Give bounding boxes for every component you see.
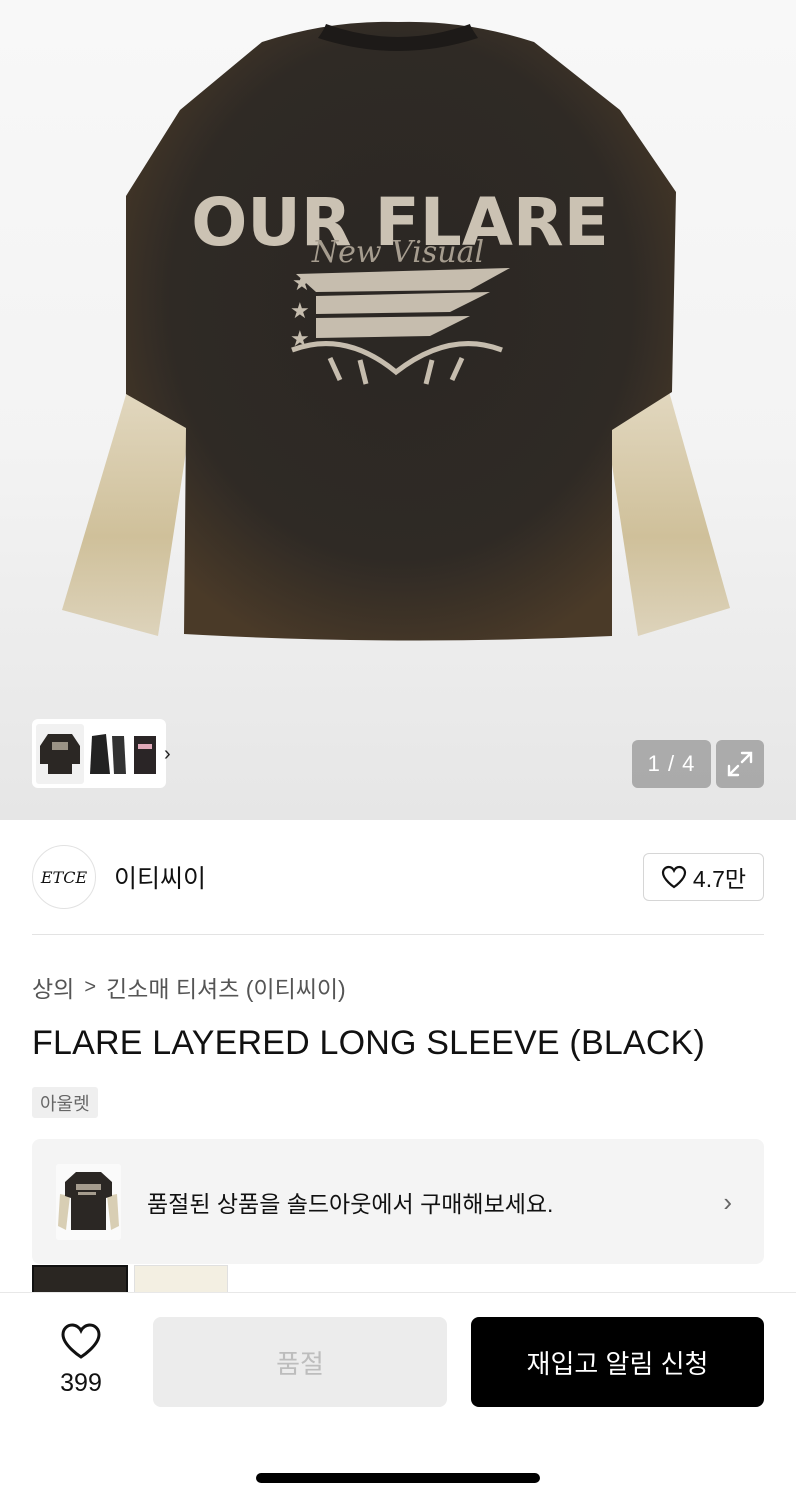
- soldout-button: 품절: [153, 1317, 447, 1407]
- banner-product-thumbnail: [56, 1163, 121, 1240]
- product-image-gallery[interactable]: OUR FLARE New Visual ★ ★ ★ › 1 / 4: [0, 0, 796, 820]
- soldout-banner[interactable]: 품절된 상품을 솔드아웃에서 구매해보세요. ›: [32, 1139, 764, 1264]
- product-photo: OUR FLARE New Visual ★ ★ ★: [62, 21, 730, 641]
- heart-icon: [61, 1323, 101, 1359]
- svg-text:★: ★: [290, 299, 310, 324]
- image-counter: 1 / 4: [632, 740, 711, 788]
- breadcrumb-item-subcategory[interactable]: 긴소매 티셔츠 (이티씨이): [106, 970, 346, 1004]
- thumbnail-3[interactable]: [132, 723, 158, 784]
- outlet-tag: 아울렛: [32, 1087, 98, 1118]
- brand-row[interactable]: ETCE 이티씨이 4.7만: [32, 845, 764, 909]
- thumbnail-strip[interactable]: ›: [32, 719, 171, 788]
- restock-alert-button[interactable]: 재입고 알림 신청: [471, 1317, 764, 1407]
- product-title: FLARE LAYERED LONG SLEEVE (BLACK): [32, 1024, 705, 1062]
- heart-icon: [661, 865, 687, 889]
- wishlist-button[interactable]: 399: [46, 1322, 116, 1398]
- brand-like-button[interactable]: 4.7만: [643, 853, 764, 901]
- print-script-text: New Visual: [311, 235, 484, 270]
- breadcrumb: 상의 > 긴소매 티셔츠 (이티씨이): [32, 970, 346, 1004]
- chevron-right-icon: >: [84, 975, 97, 998]
- chevron-right-icon: ›: [723, 1187, 732, 1217]
- brand-like-count: 4.7만: [692, 866, 747, 892]
- brand-name[interactable]: 이티씨이: [114, 859, 206, 895]
- soldout-banner-text: 품절된 상품을 솔드아웃에서 구매해보세요.: [147, 1190, 554, 1217]
- breadcrumb-item-category[interactable]: 상의: [32, 970, 74, 1004]
- color-option-thumbnails[interactable]: [32, 1265, 228, 1293]
- brand-logo[interactable]: ETCE: [32, 845, 96, 909]
- home-indicator: [256, 1473, 540, 1483]
- color-option-black[interactable]: [32, 1265, 128, 1293]
- chevron-right-icon[interactable]: ›: [164, 744, 171, 764]
- svg-text:★: ★: [292, 271, 312, 296]
- color-option-ivory[interactable]: [134, 1265, 228, 1293]
- thumbnail-2[interactable]: [84, 723, 132, 784]
- expand-icon[interactable]: [716, 740, 764, 788]
- thumbnail-1[interactable]: [36, 723, 84, 784]
- divider: [32, 934, 764, 935]
- wish-count: 399: [60, 1369, 102, 1397]
